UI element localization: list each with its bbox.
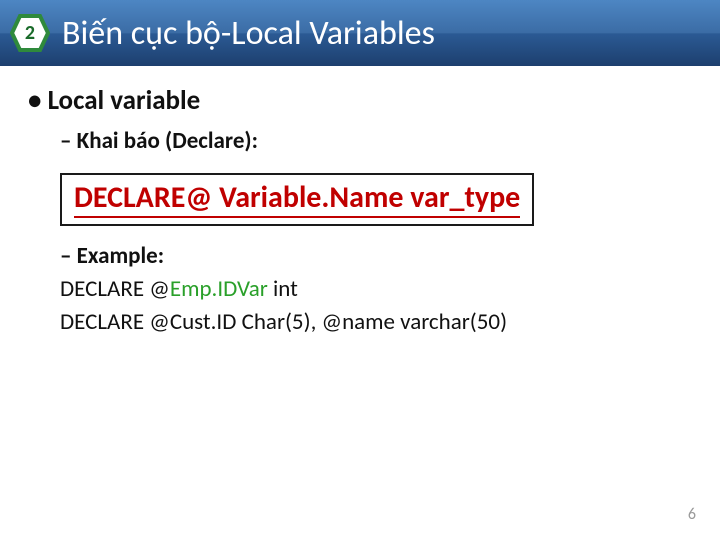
hexagon-badge: 2 [10,13,50,53]
page-number: 6 [688,505,696,524]
slide: 2 Biến cục bộ-Local Variables Local vari… [0,0,720,540]
example-line-2: DECLARE @Cust.ID Char(5), @name varchar(… [60,306,692,339]
example-line-1: DECLARE @Emp.IDVar int [60,273,692,306]
slide-title: Biến cục bộ-Local Variables [62,13,435,54]
highlight-text: Emp.IDVar [170,275,268,303]
bullet-level1: Local variable [28,84,692,117]
title-bar: 2 Biến cục bộ-Local Variables [0,0,720,66]
bullet-declare: Khai báo (Declare): [60,127,692,155]
badge-number: 2 [25,21,35,45]
syntax-text: DECLARE@ Variable.Name var_type [74,181,520,218]
example-label: Example: [60,240,692,273]
syntax-box: DECLARE@ Variable.Name var_type [60,173,534,226]
content-area: Local variable Khai báo (Declare): DECLA… [0,66,720,340]
